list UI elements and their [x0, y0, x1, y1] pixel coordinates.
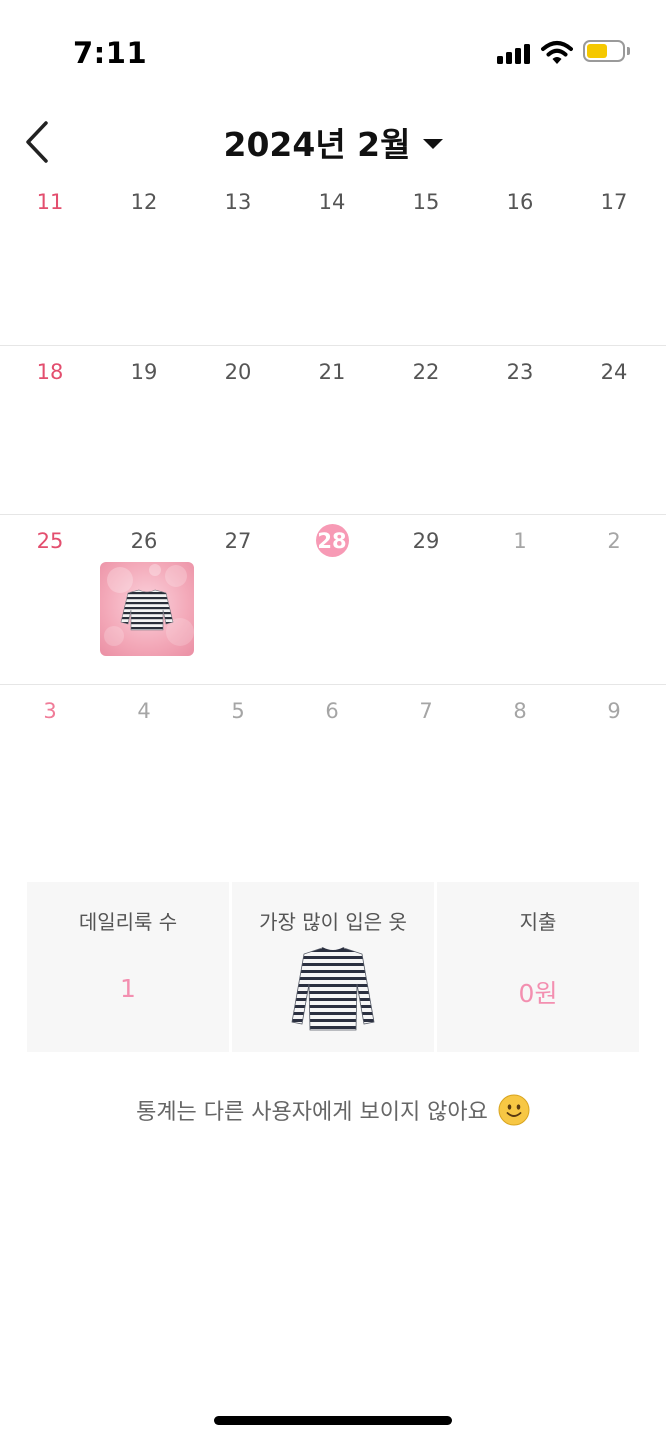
most-worn-label: 가장 많이 입은 옷 [259, 910, 407, 934]
calendar-day[interactable]: 17 [567, 176, 661, 345]
day-number: 13 [224, 190, 252, 214]
calendar-day[interactable]: 21 [285, 346, 379, 515]
day-number: 21 [318, 360, 346, 384]
spending-label: 지출 [519, 910, 557, 934]
daily-outfit-thumbnail[interactable] [100, 562, 194, 656]
calendar-day[interactable]: 19 [97, 346, 191, 515]
calendar-week: 18 19 20 21 22 23 24 [0, 345, 666, 515]
day-number: 14 [318, 190, 346, 214]
daily-look-count-value: 1 [120, 974, 136, 1003]
day-number: 9 [607, 699, 621, 723]
calendar-day[interactable]: 16 [473, 176, 567, 345]
spending-value: 0원 [518, 979, 558, 1008]
day-number: 3 [43, 699, 57, 723]
striped-shirt-image [291, 947, 375, 1031]
calendar-day[interactable]: 14 [285, 176, 379, 345]
home-indicator[interactable] [214, 1416, 452, 1425]
day-number: 20 [224, 360, 252, 384]
monthly-stats: 데일리룩 수 1 가장 많이 입은 옷 지출 0원 [27, 882, 639, 1052]
day-number: 12 [130, 190, 158, 214]
calendar-day[interactable]: 25 [3, 515, 97, 684]
day-number: 25 [36, 529, 64, 553]
calendar-day[interactable]: 4 [97, 685, 191, 854]
calendar-day[interactable]: 29 [379, 515, 473, 684]
calendar-day[interactable]: 7 [379, 685, 473, 854]
battery-icon [583, 40, 631, 66]
day-number: 26 [130, 529, 158, 553]
month-title: 2024년 2월 [223, 125, 411, 164]
calendar-day[interactable]: 27 [191, 515, 285, 684]
day-number: 15 [412, 190, 440, 214]
day-number: 1 [513, 529, 527, 553]
day-number: 17 [600, 190, 628, 214]
day-number: 22 [412, 360, 440, 384]
month-dropdown[interactable]: 2024년 2월 [223, 118, 443, 166]
calendar-day[interactable]: 9 [567, 685, 661, 854]
calendar-day-today[interactable]: 28 [285, 515, 379, 684]
day-number: 29 [412, 529, 440, 553]
calendar-day[interactable]: 26 [97, 515, 194, 684]
daily-look-count-label: 데일리룩 수 [78, 910, 178, 934]
day-number: 2 [607, 529, 621, 553]
smile-emoji-icon [498, 1094, 530, 1126]
day-number: 28 [317, 529, 347, 553]
day-number: 5 [231, 699, 245, 723]
day-number: 19 [130, 360, 158, 384]
calendar-day[interactable]: 18 [3, 346, 97, 515]
month-selector: 2024년 2월 [0, 118, 666, 166]
cellular-signal-icon [497, 44, 533, 64]
calendar-day[interactable]: 2 [567, 515, 661, 684]
status-time: 7:11 [73, 36, 148, 70]
privacy-notice-text: 통계는 다른 사용자에게 보이지 않아요 [136, 1100, 488, 1125]
day-number: 16 [506, 190, 534, 214]
calendar-day[interactable]: 22 [379, 346, 473, 515]
day-number: 24 [600, 360, 628, 384]
day-number: 11 [36, 190, 64, 214]
calendar-day[interactable]: 12 [97, 176, 191, 345]
spending-card: 지출 0원 [437, 882, 639, 1052]
calendar-day[interactable]: 3 [3, 685, 97, 854]
day-number: 23 [506, 360, 534, 384]
calendar-day[interactable]: 15 [379, 176, 473, 345]
caret-down-icon [422, 139, 443, 149]
calendar-day[interactable]: 20 [191, 346, 285, 515]
day-number: 27 [224, 529, 252, 553]
calendar-day[interactable]: 11 [3, 176, 97, 345]
most-worn-card[interactable]: 가장 많이 입은 옷 [232, 882, 434, 1052]
privacy-notice: 통계는 다른 사용자에게 보이지 않아요 [0, 1094, 666, 1126]
calendar-week: 11 12 13 14 15 16 17 [0, 176, 666, 345]
calendar-day[interactable]: 8 [473, 685, 567, 854]
day-number: 18 [36, 360, 64, 384]
striped-shirt-photo [100, 562, 194, 656]
calendar-day[interactable]: 5 [191, 685, 285, 854]
calendar-day[interactable]: 13 [191, 176, 285, 345]
day-number: 4 [137, 699, 151, 723]
calendar-day[interactable]: 1 [473, 515, 567, 684]
calendar-day[interactable]: 23 [473, 346, 567, 515]
day-number: 8 [513, 699, 527, 723]
wifi-icon [541, 40, 573, 66]
day-number: 6 [325, 699, 339, 723]
calendar-week: 3 4 5 6 7 8 9 [0, 684, 666, 854]
calendar-day[interactable]: 6 [285, 685, 379, 854]
daily-look-count-card: 데일리룩 수 1 [27, 882, 229, 1052]
day-number: 7 [419, 699, 433, 723]
calendar-week: 25 26 27 28 29 1 2 [0, 514, 666, 684]
calendar-day[interactable]: 24 [567, 346, 661, 515]
